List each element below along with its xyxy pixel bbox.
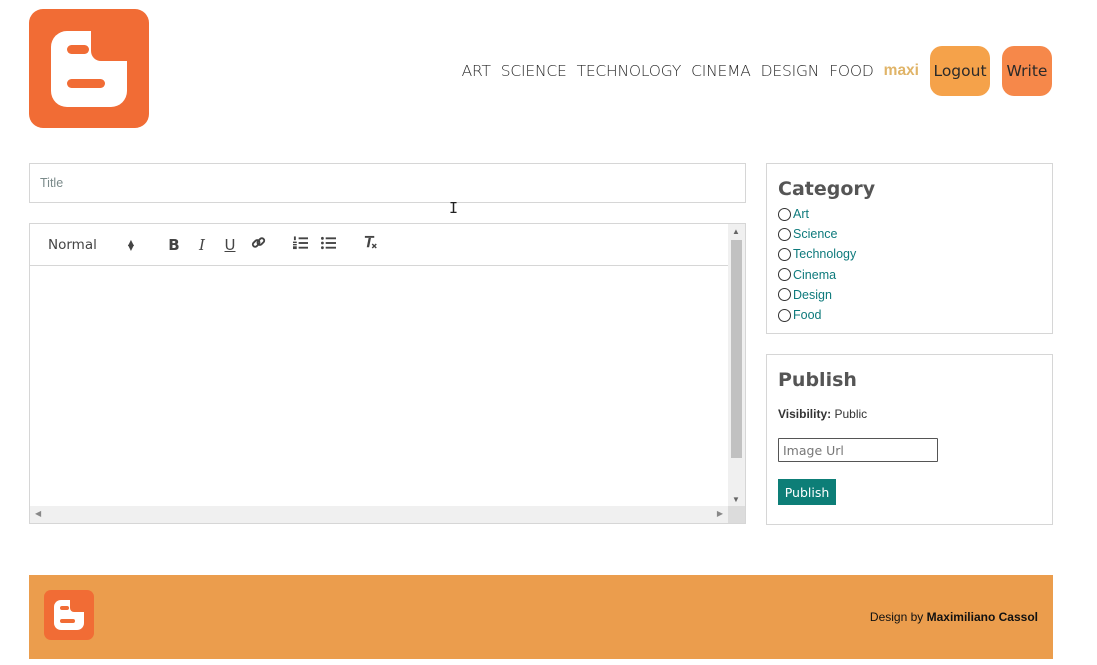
category-option-science[interactable]: Science xyxy=(778,224,1041,244)
scroll-left-icon[interactable]: ◀ xyxy=(35,509,41,518)
radio-icon[interactable] xyxy=(778,207,791,221)
rich-text-editor: Normal ▲ ▼ B I U ▲ ▼ ◀ ▶ xyxy=(29,223,746,524)
radio-icon[interactable] xyxy=(778,227,791,241)
editor-toolbar: Normal ▲ ▼ B I U xyxy=(30,224,728,266)
title-input[interactable] xyxy=(29,163,746,203)
bullet-list-icon[interactable] xyxy=(314,236,342,254)
write-button[interactable]: Write xyxy=(1002,46,1052,96)
footer-credit: Design by Maximiliano Cassol xyxy=(870,610,1038,624)
blogger-logo-icon[interactable] xyxy=(44,590,94,640)
visibility-value: Public xyxy=(834,407,868,421)
logo-b-bar-bottom xyxy=(60,619,75,623)
ordered-list-icon[interactable] xyxy=(286,235,314,254)
scroll-down-icon[interactable]: ▼ xyxy=(732,495,740,504)
blogger-logo-icon[interactable] xyxy=(29,9,149,128)
bold-icon[interactable]: B xyxy=(160,236,188,254)
credit-prefix: Design by xyxy=(869,610,924,624)
nav-link-science[interactable]: SCIENCE xyxy=(501,62,567,80)
text-cursor-icon: I xyxy=(449,199,459,217)
logo-b-notch xyxy=(70,600,84,612)
image-url-input[interactable] xyxy=(778,438,938,462)
credit-name: Maximiliano Cassol xyxy=(926,610,1038,624)
category-option-food[interactable]: Food xyxy=(778,305,1041,325)
clear-format-icon[interactable] xyxy=(356,235,384,254)
nav-link-design[interactable]: DESIGN xyxy=(761,62,820,80)
logo-b-bar-top xyxy=(60,606,69,610)
username: maxi xyxy=(883,62,919,79)
scrollbar-thumb[interactable] xyxy=(731,240,742,458)
scroll-up-icon[interactable]: ▲ xyxy=(732,227,740,236)
category-panel: Category Art Science Technology Cinema D… xyxy=(766,163,1053,334)
scrollbar-corner xyxy=(728,506,745,523)
editor-horizontal-scrollbar[interactable]: ◀ ▶ xyxy=(30,506,728,523)
logo-b-bar-bottom xyxy=(67,79,105,88)
category-option-technology[interactable]: Technology xyxy=(778,244,1041,264)
nav-link-food[interactable]: FOOD xyxy=(829,62,874,80)
visibility-label: Visibility: xyxy=(778,407,832,421)
visibility-status: Visibility: Public xyxy=(778,407,1041,421)
editor-vertical-scrollbar[interactable]: ▲ ▼ xyxy=(728,224,745,507)
main-nav: ART SCIENCE TECHNOLOGY CINEMA DESIGN FOO… xyxy=(462,46,1052,96)
radio-icon[interactable] xyxy=(778,247,791,261)
editor-content-area[interactable] xyxy=(30,267,728,507)
category-option-art[interactable]: Art xyxy=(778,204,1041,224)
publish-heading: Publish xyxy=(778,369,857,391)
logo-b-notch xyxy=(91,31,127,61)
radio-icon[interactable] xyxy=(778,308,791,322)
underline-icon[interactable]: U xyxy=(216,236,244,254)
scroll-right-icon[interactable]: ▶ xyxy=(717,509,723,518)
nav-link-art[interactable]: ART xyxy=(462,62,491,80)
radio-icon[interactable] xyxy=(778,288,791,302)
format-select-value: Normal xyxy=(48,236,97,253)
logo-b-bar-top xyxy=(67,45,89,54)
link-icon[interactable] xyxy=(244,235,272,254)
italic-icon[interactable]: I xyxy=(188,236,216,254)
format-select[interactable]: Normal ▲ ▼ xyxy=(48,237,134,253)
category-option-design[interactable]: Design xyxy=(778,285,1041,305)
select-arrows-icon: ▲ ▼ xyxy=(127,237,134,252)
publish-panel: Publish Visibility: Public Publish xyxy=(766,354,1053,525)
nav-link-cinema[interactable]: CINEMA xyxy=(691,62,751,80)
logout-button[interactable]: Logout xyxy=(930,46,990,96)
nav-link-technology[interactable]: TECHNOLOGY xyxy=(577,62,682,80)
radio-icon[interactable] xyxy=(778,268,791,282)
publish-button[interactable]: Publish xyxy=(778,479,836,505)
category-option-cinema[interactable]: Cinema xyxy=(778,265,1041,285)
category-heading: Category xyxy=(778,178,876,200)
footer: Design by Maximiliano Cassol xyxy=(29,575,1053,659)
